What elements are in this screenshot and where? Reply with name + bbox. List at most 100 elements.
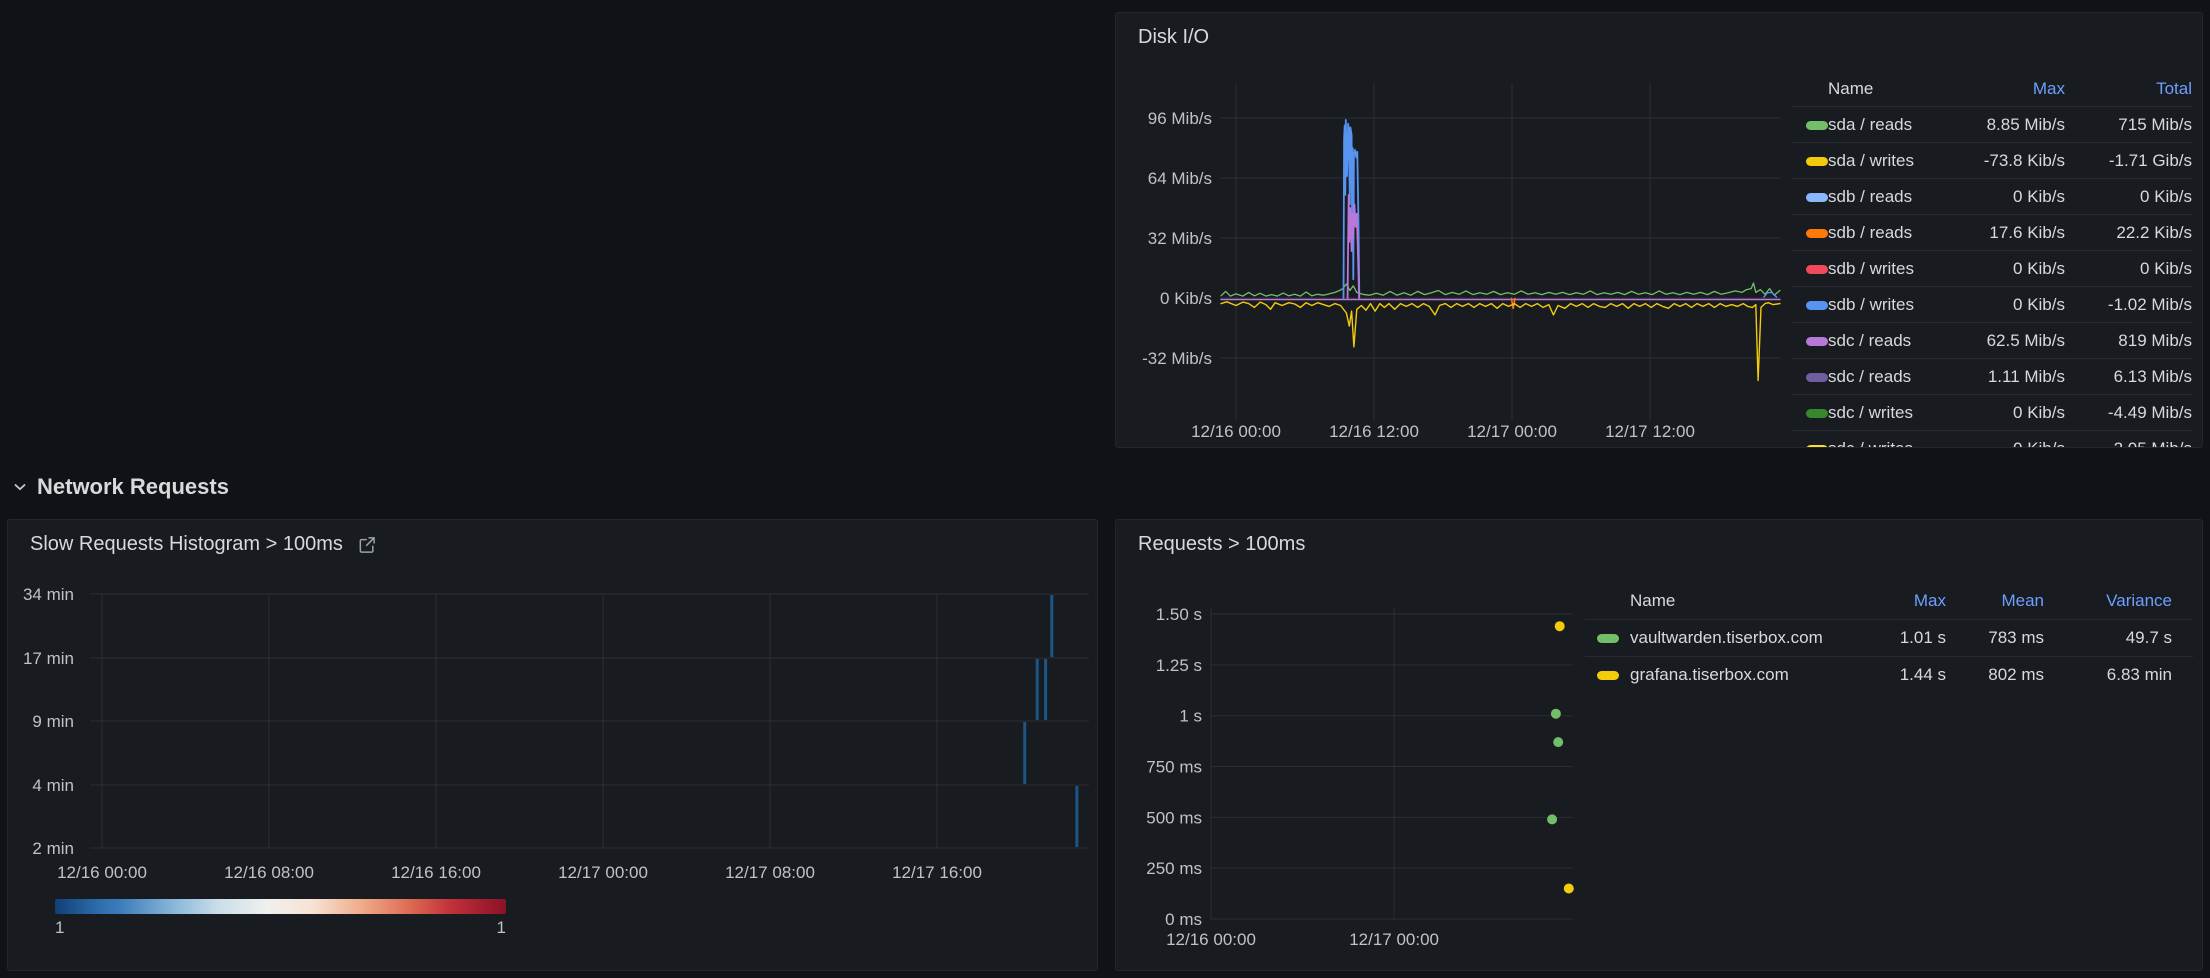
series-color-pill: [1806, 157, 1828, 166]
series-color-pill: [1806, 337, 1828, 346]
legend-row[interactable]: sdb / writes0 Kib/s0 Kib/s: [1792, 250, 2192, 286]
legend-column-name[interactable]: Name: [1630, 591, 1857, 611]
legend-name: sdc / writes: [1828, 403, 1953, 423]
legend-max: 0 Kib/s: [1953, 403, 2065, 423]
series-color-pill: [1806, 265, 1828, 274]
legend-column-max[interactable]: Max: [1857, 591, 1967, 611]
legend-max: 1.01 s: [1857, 628, 1967, 648]
legend-row[interactable]: vaultwarden.tiserbox.com1.01 s783 ms49.7…: [1585, 619, 2193, 656]
svg-text:34 min: 34 min: [23, 585, 74, 604]
disk-io-chart[interactable]: 12/16 00:0012/16 12:0012/17 00:0012/17 1…: [1116, 13, 1796, 448]
legend-total: 819 Mib/s: [2065, 331, 2192, 351]
legend-row[interactable]: sdc / reads62.5 Mib/s819 Mib/s: [1792, 322, 2192, 358]
legend-max: 1.11 Mib/s: [1953, 367, 2065, 387]
legend-name: sdb / writes: [1828, 295, 1953, 315]
panel-slow-requests-histogram: Slow Requests Histogram > 100ms 34 min 17…: [7, 519, 1098, 971]
histogram-panel-title-text: Slow Requests Histogram > 100ms: [30, 533, 343, 556]
legend-max: 0 Kib/s: [1953, 295, 2065, 315]
legend-column-max[interactable]: Max: [1953, 79, 2065, 99]
color-scale-min-label: 1: [55, 918, 64, 938]
legend-total: 715 Mib/s: [2065, 115, 2192, 135]
legend-max: -73.8 Kib/s: [1953, 151, 2065, 171]
svg-text:4 min: 4 min: [32, 776, 74, 795]
series-color-pill: [1597, 671, 1619, 680]
legend-name: sdc / reads: [1828, 367, 1953, 387]
disk-io-legend-table: NameMaxTotalsda / reads8.85 Mib/s715 Mib…: [1792, 71, 2196, 448]
slow-requests-heatmap[interactable]: 34 min17 min9 min4 min2 min12/16 00:0012…: [8, 520, 1097, 895]
legend-variance: 49.7 s: [2065, 628, 2193, 648]
row-header-network-requests[interactable]: Network Requests: [12, 474, 229, 500]
legend-total: -4.49 Mib/s: [2065, 403, 2192, 423]
legend-variance: 6.83 min: [2065, 665, 2193, 685]
svg-text:0 ms: 0 ms: [1165, 910, 1202, 929]
legend-row[interactable]: sdc / reads1.11 Mib/s6.13 Mib/s: [1792, 358, 2192, 394]
series-color-pill: [1806, 229, 1828, 238]
legend-row[interactable]: sdb / reads0 Kib/s0 Kib/s: [1792, 178, 2192, 214]
legend-name: sdc / reads: [1828, 331, 1953, 351]
heatmap-color-scale: [55, 899, 506, 914]
svg-text:-32 Mib/s: -32 Mib/s: [1142, 349, 1212, 368]
svg-text:1 s: 1 s: [1179, 707, 1202, 726]
legend-total: -2.05 Mib/s: [2065, 439, 2192, 449]
legend-name: sdc / writes: [1828, 439, 1953, 449]
legend-name: sdb / reads: [1828, 223, 1953, 243]
disk-io-panel-title-text: Disk I/O: [1138, 26, 1209, 49]
legend-header-row[interactable]: NameMaxMeanVariance: [1585, 583, 2193, 619]
svg-text:17 min: 17 min: [23, 649, 74, 668]
svg-text:9 min: 9 min: [32, 712, 74, 731]
legend-column-total[interactable]: Total: [2065, 79, 2192, 99]
series-color-pill: [1806, 301, 1828, 310]
series-color-pill: [1597, 634, 1619, 643]
legend-row[interactable]: grafana.tiserbox.com1.44 s802 ms6.83 min: [1585, 656, 2193, 693]
series-color-pill: [1806, 193, 1828, 202]
legend-header-row[interactable]: NameMaxTotal: [1792, 71, 2192, 106]
legend-max: 1.44 s: [1857, 665, 1967, 685]
svg-text:750 ms: 750 ms: [1146, 758, 1202, 777]
external-link-icon[interactable]: [357, 535, 377, 555]
svg-text:500 ms: 500 ms: [1146, 808, 1202, 827]
requests-panel-title[interactable]: Requests > 100ms: [1138, 533, 1305, 556]
svg-text:12/16 00:00: 12/16 00:00: [57, 863, 147, 882]
legend-total: -1.71 Gib/s: [2065, 151, 2192, 171]
legend-max: 17.6 Kib/s: [1953, 223, 2065, 243]
legend-row[interactable]: sda / reads8.85 Mib/s715 Mib/s: [1792, 106, 2192, 142]
legend-row[interactable]: sdb / reads17.6 Kib/s22.2 Kib/s: [1792, 214, 2192, 250]
histogram-panel-title[interactable]: Slow Requests Histogram > 100ms: [30, 533, 377, 556]
panel-disk-io: Disk I/O 12/16 00:0012/16 12:0012/17 00:…: [1115, 12, 2203, 448]
legend-row[interactable]: sdc / writes0 Kib/s-4.49 Mib/s: [1792, 394, 2192, 430]
legend-row[interactable]: sda / writes-73.8 Kib/s-1.71 Gib/s: [1792, 142, 2192, 178]
svg-text:12/17 12:00: 12/17 12:00: [1605, 422, 1695, 441]
svg-text:12/16 00:00: 12/16 00:00: [1166, 930, 1256, 949]
svg-text:96 Mib/s: 96 Mib/s: [1148, 109, 1212, 128]
legend-name: vaultwarden.tiserbox.com: [1630, 628, 1857, 648]
legend-row[interactable]: sdc / writes0 Kib/s-2.05 Mib/s: [1792, 430, 2192, 448]
legend-mean: 802 ms: [1967, 665, 2065, 685]
disk-io-panel-title[interactable]: Disk I/O: [1138, 26, 1209, 49]
series-color-pill: [1806, 445, 1828, 449]
svg-text:32 Mib/s: 32 Mib/s: [1148, 229, 1212, 248]
legend-column-name[interactable]: Name: [1828, 79, 1953, 99]
legend-column-variance[interactable]: Variance: [2065, 591, 2193, 611]
grafana-dashboard: Disk I/O 12/16 00:0012/16 12:0012/17 00:…: [0, 0, 2210, 978]
series-color-pill: [1806, 409, 1828, 418]
legend-total: 0 Kib/s: [2065, 259, 2192, 279]
legend-name: sdb / writes: [1828, 259, 1953, 279]
legend-max: 0 Kib/s: [1953, 259, 2065, 279]
row-header-label: Network Requests: [37, 474, 229, 500]
svg-text:1.50 s: 1.50 s: [1156, 605, 1202, 624]
legend-row[interactable]: sdb / writes0 Kib/s-1.02 Mib/s: [1792, 286, 2192, 322]
requests-scatter-chart[interactable]: 12/16 00:0012/17 00:000 ms250 ms500 ms75…: [1116, 520, 1586, 971]
legend-total: 6.13 Mib/s: [2065, 367, 2192, 387]
legend-column-mean[interactable]: Mean: [1967, 591, 2065, 611]
svg-text:12/16 16:00: 12/16 16:00: [391, 863, 481, 882]
series-color-pill: [1806, 373, 1828, 382]
legend-max: 0 Kib/s: [1953, 187, 2065, 207]
svg-text:12/16 12:00: 12/16 12:00: [1329, 422, 1419, 441]
svg-text:12/17 00:00: 12/17 00:00: [1349, 930, 1439, 949]
legend-name: sda / reads: [1828, 115, 1953, 135]
svg-text:12/16 08:00: 12/16 08:00: [224, 863, 314, 882]
legend-total: -1.02 Mib/s: [2065, 295, 2192, 315]
legend-name: sda / writes: [1828, 151, 1953, 171]
legend-max: 8.85 Mib/s: [1953, 115, 2065, 135]
svg-text:12/17 00:00: 12/17 00:00: [558, 863, 648, 882]
